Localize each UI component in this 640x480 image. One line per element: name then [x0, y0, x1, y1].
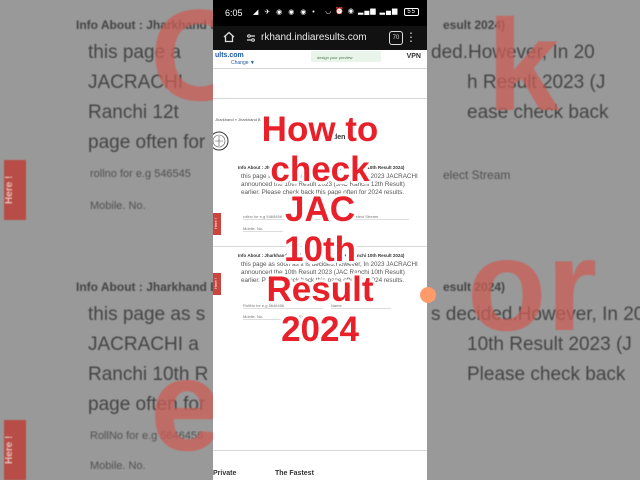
footer-text-left: Private	[213, 470, 237, 477]
home-icon[interactable]	[223, 31, 235, 43]
tab-switcher-button[interactable]: 70	[389, 31, 403, 45]
title-line: How to	[261, 110, 379, 149]
title-line: JAC	[284, 190, 356, 229]
video-title-overlay: How to check JAC 10th Result 2024	[213, 110, 427, 350]
footer-text-right: The Fastest	[275, 470, 314, 477]
more-options-icon[interactable]: ⋮	[405, 30, 417, 44]
system-icons: ◡ ⏰ ◉ ▂▄▆ ▂▄▆ 55	[325, 7, 419, 16]
status-bar: 6:05 ◢ ✈ ◉ ◉ ◉ • ◡ ⏰ ◉ ▂▄▆ ▂▄▆ 55	[213, 0, 427, 26]
divider	[213, 68, 427, 69]
vpn-ad[interactable]: VPN	[407, 53, 421, 60]
ad-text: design your preview	[317, 55, 353, 60]
site-logo[interactable]: ults.com	[215, 52, 244, 59]
site-change-link[interactable]: Change ▼	[231, 60, 255, 66]
title-line: check	[270, 150, 370, 189]
background-right-panel: esult 2024) ded.However, In 20 h Result …	[427, 0, 640, 480]
background-left-panel: Info About : Jharkhand B this page a JAC…	[0, 0, 213, 480]
battery-icon: 55	[404, 8, 419, 16]
status-time: 6:05	[225, 8, 243, 18]
title-line: 2024	[281, 310, 359, 349]
title-line: 10th	[284, 230, 356, 269]
url-field[interactable]: rkhand.indiaresults.com	[261, 32, 367, 43]
site-settings-icon[interactable]	[246, 33, 256, 43]
divider	[213, 98, 427, 99]
browser-address-bar: rkhand.indiaresults.com 70 ⋮	[213, 26, 427, 50]
notification-icons: ◢ ✈ ◉ ◉ ◉ •	[253, 9, 317, 16]
signal-icons: ◡ ⏰ ◉ ▂▄▆ ▂▄▆	[325, 8, 399, 15]
divider	[213, 450, 427, 451]
title-line: Result	[266, 270, 374, 309]
